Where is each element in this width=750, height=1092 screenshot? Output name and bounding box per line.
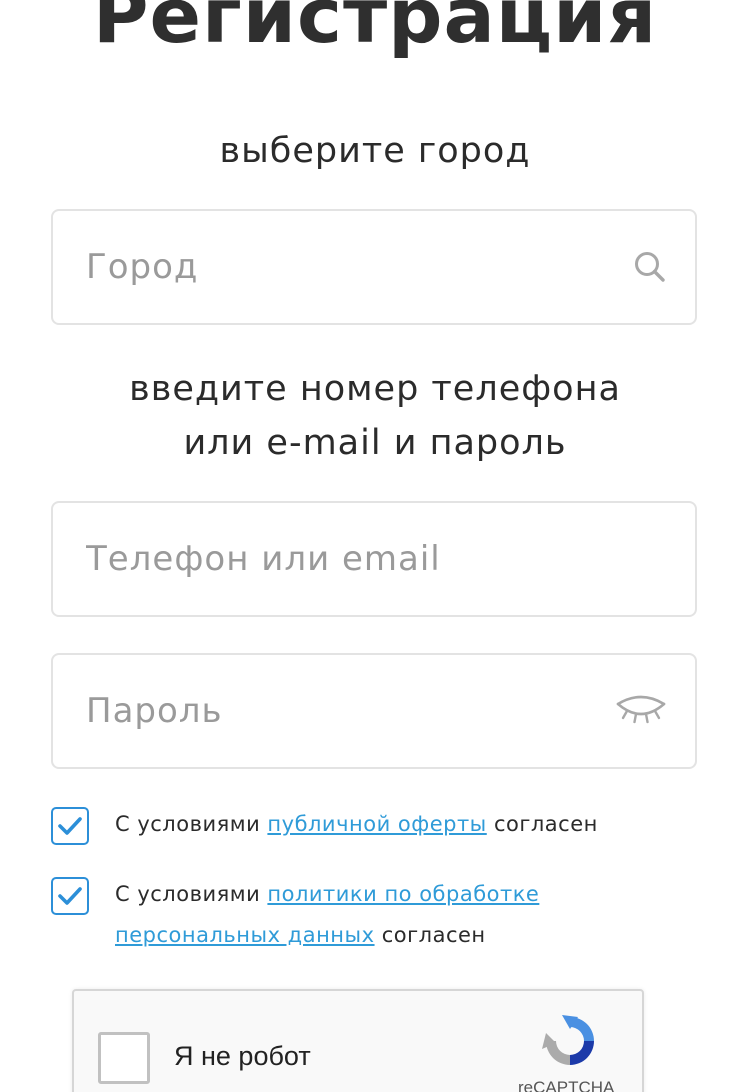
registration-page: Регистрация выберите город введите номер… xyxy=(0,0,750,1092)
checkmark-icon xyxy=(58,887,82,905)
city-input[interactable] xyxy=(86,211,586,323)
offer-agreement-prefix: С условиями xyxy=(115,812,268,836)
credentials-label-line1: введите номер телефона xyxy=(129,369,621,409)
recaptcha-label: Я не робот xyxy=(174,1041,311,1071)
offer-agreement-text: С условиями публичной оферты согласен xyxy=(115,804,675,845)
credentials-section-label: введите номер телефона или e-mail и паро… xyxy=(0,362,750,470)
search-icon[interactable] xyxy=(633,211,667,323)
phone-email-input[interactable] xyxy=(86,503,586,615)
eye-closed-icon[interactable] xyxy=(615,655,667,767)
recaptcha-logo-icon xyxy=(540,1011,600,1075)
recaptcha-brand: reCAPTCHA xyxy=(518,1078,615,1092)
credentials-label-line2: или e-mail и пароль xyxy=(183,423,567,463)
page-title: Регистрация xyxy=(92,0,658,60)
checkmark-icon xyxy=(58,817,82,835)
privacy-agreement-text: С условиями политики по обработке персон… xyxy=(115,874,675,956)
offer-agreement-suffix: согласен xyxy=(486,812,598,836)
city-section-label: выберите город xyxy=(219,131,531,171)
recaptcha-checkbox[interactable] xyxy=(98,1032,150,1084)
recaptcha-widget: Я не робот reCAPTCHA xyxy=(72,989,644,1092)
public-offer-link[interactable]: публичной оферты xyxy=(267,812,486,836)
password-input[interactable] xyxy=(86,655,586,767)
offer-agreement-checkbox[interactable] xyxy=(51,807,89,845)
privacy-agreement-suffix: согласен xyxy=(374,923,486,947)
city-field[interactable] xyxy=(51,209,697,325)
login-field[interactable] xyxy=(51,501,697,617)
privacy-agreement-prefix: С условиями xyxy=(115,882,268,906)
password-field[interactable] xyxy=(51,653,697,769)
privacy-agreement-checkbox[interactable] xyxy=(51,877,89,915)
